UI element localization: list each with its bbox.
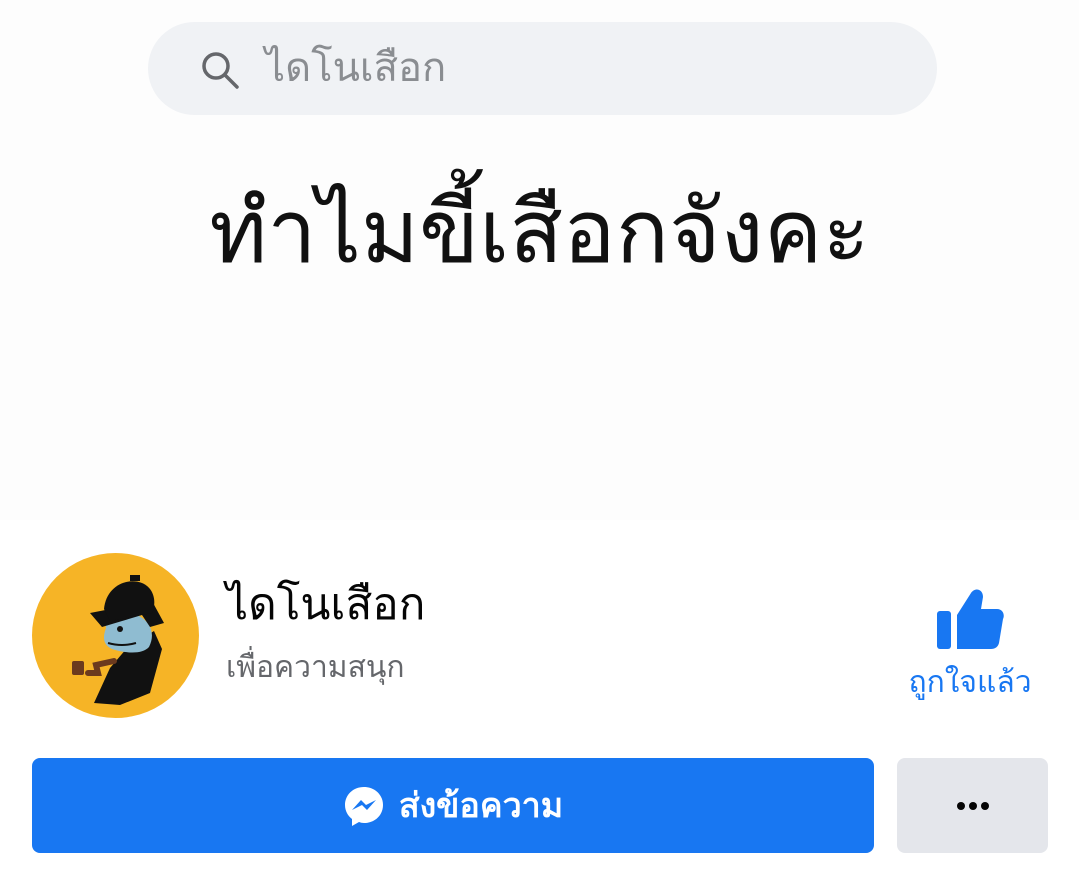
more-options-button[interactable] <box>897 758 1048 853</box>
page-name[interactable]: ไดโนเสือก <box>226 575 425 635</box>
thumbs-up-icon <box>937 589 1004 649</box>
search-bar[interactable]: ไดโนเสือก <box>148 22 937 115</box>
search-icon <box>202 52 239 89</box>
search-query-text: ไดโนเสือก <box>265 45 447 91</box>
profile-avatar[interactable] <box>32 553 199 718</box>
page-category: เพื่อความสนุก <box>226 650 405 685</box>
cover-photo-text: ทำไมขี้เสือกจังคะ <box>209 180 870 283</box>
messenger-icon <box>344 786 383 826</box>
cover-area: ไดโนเสือก ทำไมขี้เสือกจังคะ <box>0 0 1079 520</box>
like-button-label: ถูกใจแล้ว <box>908 665 1032 700</box>
like-button[interactable]: ถูกใจแล้ว <box>890 585 1050 710</box>
more-dots-icon <box>956 801 989 810</box>
detective-dino-illustration <box>72 575 164 705</box>
send-message-label: ส่งข้อความ <box>398 785 564 826</box>
send-message-button[interactable]: ส่งข้อความ <box>32 758 874 853</box>
